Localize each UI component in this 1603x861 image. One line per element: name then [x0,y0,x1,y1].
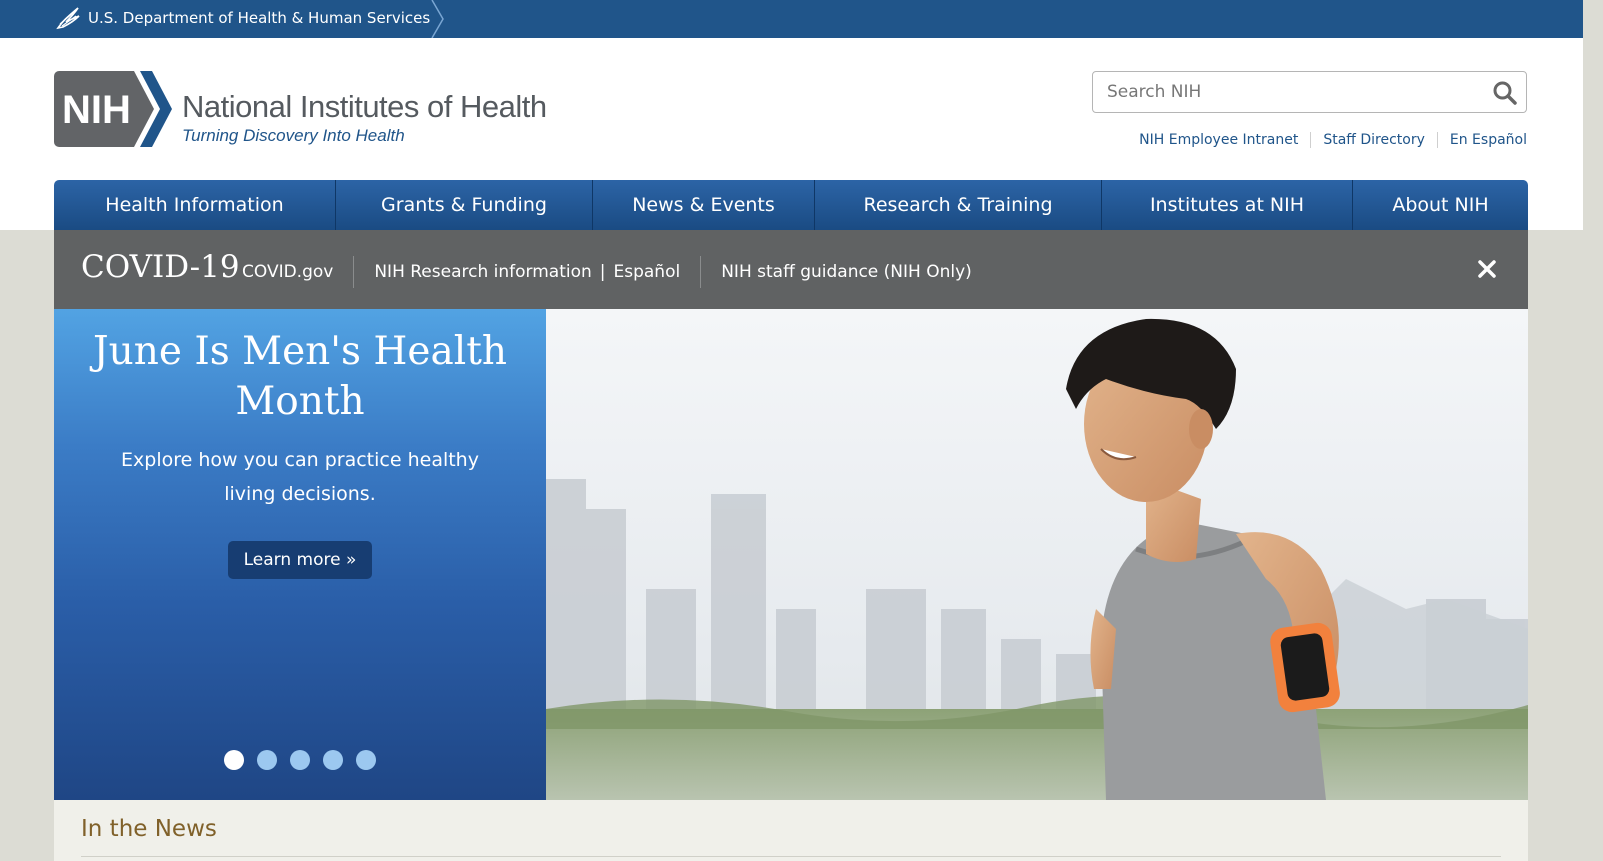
search-icon[interactable] [1492,80,1518,106]
carousel-dots [224,750,376,770]
nav-about[interactable]: About NIH [1352,180,1528,230]
employee-intranet-link[interactable]: NIH Employee Intranet [1127,132,1310,148]
staff-guidance-link[interactable]: NIH staff guidance (NIH Only) [721,262,972,282]
hero-image [546,309,1528,800]
nav-grants-funding[interactable]: Grants & Funding [335,180,592,230]
main-nav: Health Information Grants & Funding News… [54,180,1528,230]
hero-description: Explore how you can practice healthy liv… [121,449,479,505]
pipe-separator: | [599,262,606,282]
carousel-dot[interactable] [356,750,376,770]
nav-research-training[interactable]: Research & Training [814,180,1101,230]
close-icon[interactable] [1476,258,1498,280]
carousel-dot[interactable] [224,750,244,770]
en-espanol-link[interactable]: En Español [1436,132,1527,148]
scrollbar-gutter [1583,0,1603,861]
divider [81,856,1501,857]
covid-banner: COVID-19 COVID.gov NIH Research informat… [54,230,1528,309]
espanol-link[interactable]: Español [614,262,681,282]
covid-links: COVID.gov NIH Research information | Esp… [242,256,972,288]
carousel-dot[interactable] [323,750,343,770]
hhs-bar: U.S. Department of Health & Human Servic… [0,0,1583,38]
nav-news-events[interactable]: News & Events [592,180,814,230]
hhs-link[interactable]: U.S. Department of Health & Human Servic… [88,9,430,27]
nav-health-information[interactable]: Health Information [54,180,335,230]
search-box [1092,71,1527,113]
logo-mark-text: NIH [62,88,131,132]
org-tagline: Turning Discovery Into Health [182,126,405,145]
org-name: National Institutes of Health [182,89,547,124]
hhs-eagle-icon [56,7,80,30]
chevron-right-icon [431,0,444,38]
carousel-dot[interactable] [290,750,310,770]
staff-directory-link[interactable]: Staff Directory [1310,132,1437,148]
divider [353,256,355,288]
search-input[interactable] [1093,72,1473,112]
covid-title: COVID-19 [81,249,240,285]
nav-institutes[interactable]: Institutes at NIH [1101,180,1352,230]
carousel-dot[interactable] [257,750,277,770]
hero-title: June Is Men's Health Month [92,329,508,424]
divider [700,256,702,288]
learn-more-button[interactable]: Learn more » [228,541,372,579]
utility-links: NIH Employee Intranet Staff Directory En… [1127,132,1527,148]
nih-logo-icon[interactable]: NIH [54,71,174,147]
hero-panel: June Is Men's Health Month Explore how y… [54,309,546,800]
news-section: In the News [54,800,1528,861]
news-heading: In the News [81,816,217,842]
research-info-link[interactable]: NIH Research information [374,262,591,282]
covid-gov-link[interactable]: COVID.gov [242,262,333,282]
